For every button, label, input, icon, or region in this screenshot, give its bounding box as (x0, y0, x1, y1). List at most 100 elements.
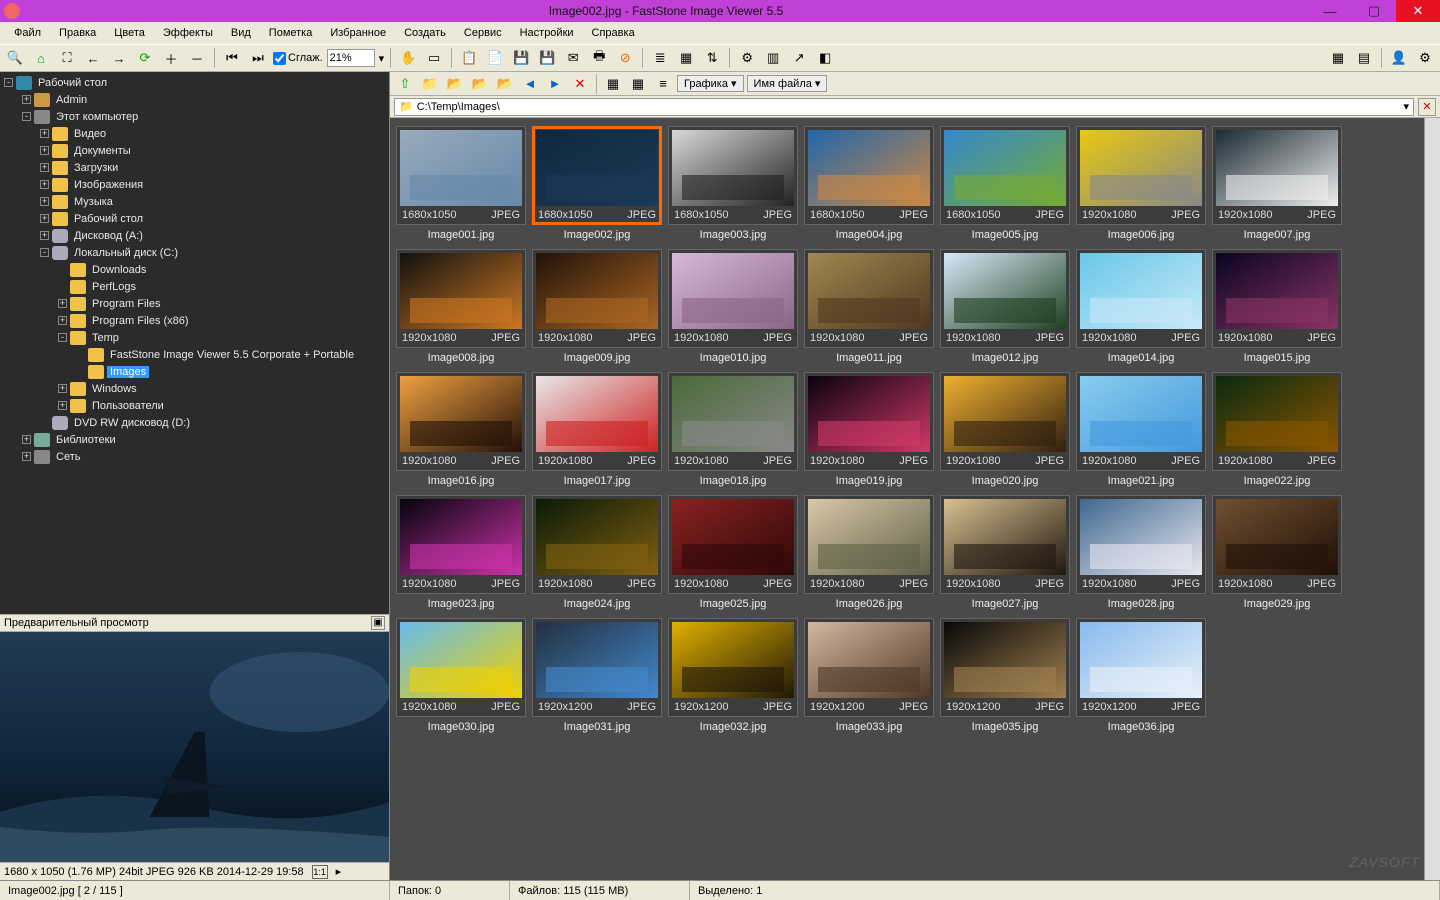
minimize-button[interactable]: — (1308, 0, 1352, 22)
tree-item[interactable]: +Библиотеки (0, 431, 389, 448)
fullscreen-icon[interactable]: ⛶ (56, 47, 78, 69)
thumbnail[interactable]: 1680x1050JPEGImage003.jpg (668, 126, 798, 241)
thumbnail[interactable]: 1680x1050JPEGImage005.jpg (940, 126, 1070, 241)
zoom-in-icon[interactable]: ＋ (160, 47, 182, 69)
tree-item[interactable]: +Дисковод (A:) (0, 227, 389, 244)
smooth-checkbox[interactable]: Сглаж. (273, 52, 323, 65)
thumbnail[interactable]: 1920x1080JPEGImage016.jpg (396, 372, 526, 487)
thumbnail[interactable]: 1920x1080JPEGImage024.jpg (532, 495, 662, 610)
select-icon[interactable]: ▭ (423, 47, 445, 69)
tool2-icon[interactable]: ▥ (762, 47, 784, 69)
last-page-icon[interactable]: ⏭ (247, 47, 269, 69)
compare-icon[interactable]: ⇅ (701, 47, 723, 69)
tree-item[interactable]: +Музыка (0, 193, 389, 210)
fav-icon[interactable]: 📂 (444, 73, 466, 95)
tree-item[interactable]: +Admin (0, 91, 389, 108)
saveas-icon[interactable]: 💾 (536, 47, 558, 69)
menu-справка[interactable]: Справка (584, 25, 643, 41)
tree-item[interactable]: -Локальный диск (C:) (0, 244, 389, 261)
expand-icon[interactable]: + (40, 129, 49, 138)
move-icon[interactable]: 📂 (469, 73, 491, 95)
batch-icon[interactable]: ≣ (649, 47, 671, 69)
expand-icon[interactable]: - (4, 78, 13, 87)
expand-icon[interactable]: + (40, 214, 49, 223)
preview-image[interactable] (0, 632, 389, 862)
forward-icon[interactable]: → (108, 47, 130, 69)
menu-избранное[interactable]: Избранное (322, 25, 394, 41)
aspect-ratio-icon[interactable]: 1:1 (312, 865, 328, 879)
tool4-icon[interactable]: ◧ (814, 47, 836, 69)
expand-icon[interactable]: + (40, 197, 49, 206)
thumbnail[interactable]: 1680x1050JPEGImage004.jpg (804, 126, 934, 241)
expand-icon[interactable]: + (22, 452, 31, 461)
clear-address-icon[interactable]: ✕ (1418, 98, 1436, 116)
tool3-icon[interactable]: ↗ (788, 47, 810, 69)
tree-item[interactable]: -Этот компьютер (0, 108, 389, 125)
zoom-out-icon[interactable]: － (186, 47, 208, 69)
print-icon[interactable]: 🖶 (588, 47, 610, 69)
thumbnail[interactable]: 1920x1080JPEGImage020.jpg (940, 372, 1070, 487)
tree-item[interactable]: Downloads (0, 261, 389, 278)
expand-icon[interactable]: + (58, 299, 67, 308)
menu-файл[interactable]: Файл (6, 25, 49, 41)
thumbnail[interactable]: 1920x1080JPEGImage027.jpg (940, 495, 1070, 610)
menu-сервис[interactable]: Сервис (456, 25, 510, 41)
thumbnail[interactable]: 1920x1080JPEGImage028.jpg (1076, 495, 1206, 610)
thumbnail[interactable]: 1920x1080JPEGImage018.jpg (668, 372, 798, 487)
expand-icon[interactable]: + (22, 435, 31, 444)
thumbnail[interactable]: 1920x1080JPEGImage011.jpg (804, 249, 934, 364)
address-input[interactable]: 📁 C:\Temp\Images\ ▾ (394, 98, 1414, 116)
expand-icon[interactable]: + (40, 180, 49, 189)
view-thumbs-icon[interactable]: ▦ (1327, 47, 1349, 69)
zoom-fit-icon[interactable]: 🔍 (4, 47, 26, 69)
thumbnail[interactable]: 1920x1080JPEGImage012.jpg (940, 249, 1070, 364)
settings-icon[interactable]: ⚙ (1414, 47, 1436, 69)
folder-tree[interactable]: -Рабочий стол+Admin-Этот компьютер+Видео… (0, 72, 389, 614)
thumbnail[interactable]: 1680x1050JPEGImage002.jpg (532, 126, 662, 241)
thumbnail[interactable]: 1920x1080JPEGImage015.jpg (1212, 249, 1342, 364)
tree-item[interactable]: +Документы (0, 142, 389, 159)
menu-правка[interactable]: Правка (51, 25, 104, 41)
thumbnail[interactable]: 1920x1200JPEGImage031.jpg (532, 618, 662, 733)
tree-item[interactable]: DVD RW дисковод (D:) (0, 414, 389, 431)
thumbnail[interactable]: 1920x1080JPEGImage008.jpg (396, 249, 526, 364)
copy-to-icon[interactable]: 📂 (494, 73, 516, 95)
home-icon[interactable]: ⌂ (30, 47, 52, 69)
expand-icon[interactable]: + (58, 401, 67, 410)
menu-эффекты[interactable]: Эффекты (155, 25, 221, 41)
slideshow-icon[interactable]: ▦ (675, 47, 697, 69)
view-list-icon[interactable]: ▤ (1353, 47, 1375, 69)
menu-создать[interactable]: Создать (396, 25, 454, 41)
sort-by-dropdown[interactable]: Имя файла ▾ (747, 75, 828, 92)
grid-small-icon[interactable]: ▦ (602, 73, 624, 95)
email-icon[interactable]: ✉ (562, 47, 584, 69)
contact-icon[interactable]: 👤 (1388, 47, 1410, 69)
menu-настройки[interactable]: Настройки (512, 25, 582, 41)
expand-icon[interactable]: + (22, 95, 31, 104)
menu-цвета[interactable]: Цвета (106, 25, 153, 41)
delete-icon[interactable]: ⊘ (614, 47, 636, 69)
new-folder-icon[interactable]: 📁 (419, 73, 441, 95)
thumbnail[interactable]: 1920x1080JPEGImage022.jpg (1212, 372, 1342, 487)
menu-пометка[interactable]: Пометка (261, 25, 321, 41)
expand-icon[interactable]: + (58, 316, 67, 325)
tree-item[interactable]: -Рабочий стол (0, 74, 389, 91)
close-button[interactable]: ✕ (1396, 0, 1440, 22)
copy-icon[interactable]: 📋 (458, 47, 480, 69)
thumbnail[interactable]: 1920x1080JPEGImage007.jpg (1212, 126, 1342, 241)
thumbnail[interactable]: 1920x1080JPEGImage019.jpg (804, 372, 934, 487)
expand-icon[interactable]: + (40, 231, 49, 240)
expand-icon[interactable]: - (22, 112, 31, 121)
sort-group-dropdown[interactable]: Графика ▾ (677, 75, 744, 92)
preview-menu-icon[interactable]: ▸ (336, 865, 342, 878)
thumbnail-pane[interactable]: 1680x1050JPEGImage001.jpg1680x1050JPEGIm… (390, 118, 1424, 880)
tree-item[interactable]: +Program Files (0, 295, 389, 312)
thumbnail[interactable]: 1920x1080JPEGImage006.jpg (1076, 126, 1206, 241)
expand-icon[interactable]: - (40, 248, 49, 257)
thumbnail[interactable]: 1920x1080JPEGImage010.jpg (668, 249, 798, 364)
save-icon[interactable]: 💾 (510, 47, 532, 69)
preview-close-icon[interactable]: ▣ (371, 616, 385, 630)
thumbnail[interactable]: 1920x1200JPEGImage035.jpg (940, 618, 1070, 733)
vertical-scrollbar[interactable] (1424, 118, 1440, 880)
thumbnail[interactable]: 1920x1080JPEGImage030.jpg (396, 618, 526, 733)
